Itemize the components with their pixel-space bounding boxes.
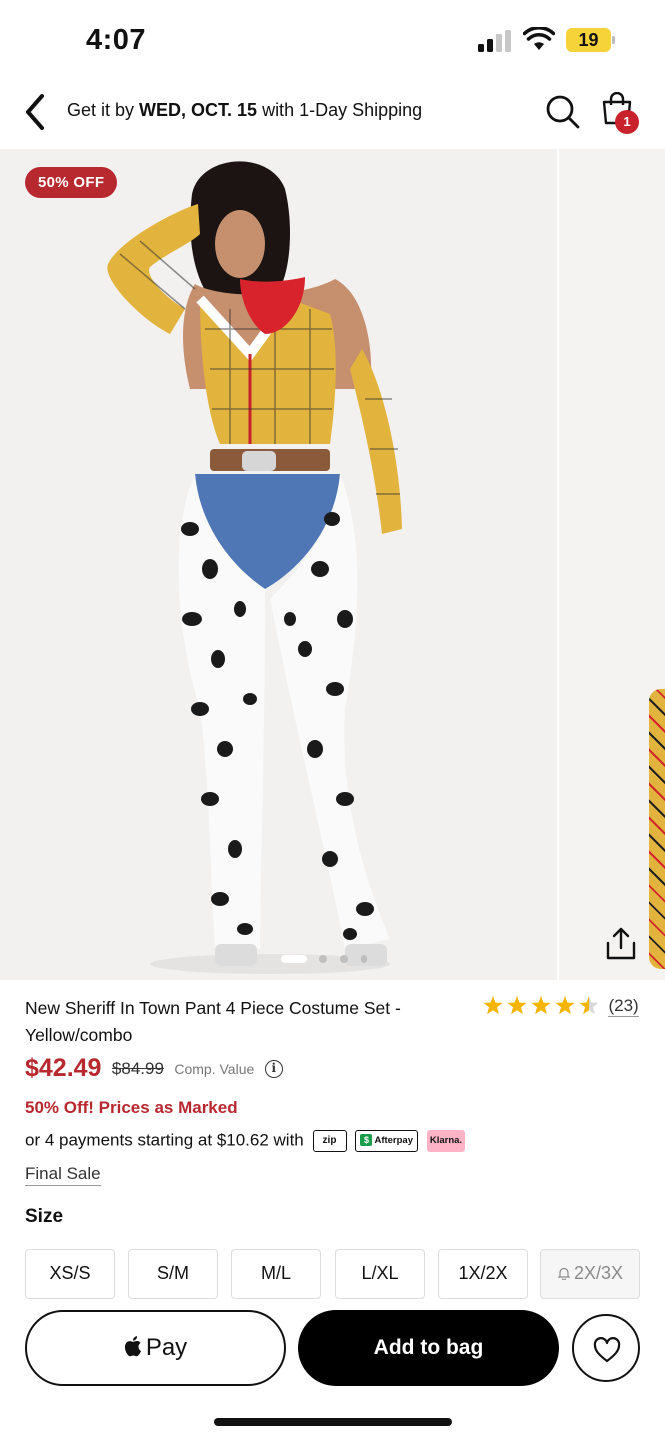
bell-icon xyxy=(557,1267,571,1280)
size-option-l-xl[interactable]: L/XL xyxy=(335,1249,425,1299)
shipping-banner: Get it by WED, OCT. 15 with 1-Day Shippi… xyxy=(67,100,422,121)
shipping-date: WED, OCT. 15 xyxy=(139,100,258,120)
size-option-2x-3x-notify[interactable]: 2X/3X xyxy=(540,1249,640,1299)
discount-badge: 50% OFF xyxy=(25,167,118,198)
product-title: New Sheriff In Town Pant 4 Piece Costume… xyxy=(25,998,401,1045)
add-to-bag-button[interactable]: Add to bag xyxy=(298,1310,559,1386)
cart-count-badge: 1 xyxy=(615,110,639,134)
size-label: Size xyxy=(25,1206,64,1227)
product-image-gallery[interactable]: 50% OFF xyxy=(0,149,665,980)
size-selector: XS/S S/M M/L L/XL 1X/2X 2X/3X xyxy=(25,1249,640,1299)
apple-pay-button[interactable]: Pay xyxy=(25,1310,286,1386)
size-option-xs-s[interactable]: XS/S xyxy=(25,1249,115,1299)
back-arrow-icon[interactable] xyxy=(20,92,52,132)
promo-text: 50% Off! Prices as Marked xyxy=(25,1098,238,1117)
price-row: $42.49 $84.99 Comp. Value i xyxy=(25,1054,283,1088)
rating-stars-icon xyxy=(483,996,599,1015)
pagination-dot xyxy=(340,955,348,963)
comp-value-label: Comp. Value xyxy=(174,1060,255,1077)
search-icon[interactable] xyxy=(545,94,581,130)
status-bar: 4:07 19 xyxy=(0,0,665,80)
wifi-icon xyxy=(523,27,555,50)
original-price: $84.99 xyxy=(111,1058,164,1078)
heart-icon xyxy=(593,1337,621,1363)
shipping-suffix: with 1-Day Shipping xyxy=(257,100,423,120)
installment-payments: or 4 payments starting at $10.62 with zi… xyxy=(25,1130,465,1154)
size-option-label: 2X/3X xyxy=(573,1263,624,1283)
rating-star xyxy=(555,996,575,1015)
size-option-m-l[interactable]: M/L xyxy=(231,1249,321,1299)
final-sale-link[interactable]: Final Sale xyxy=(25,1163,101,1186)
shipping-prefix: Get it by xyxy=(67,100,140,120)
apple-pay-label: Pay xyxy=(145,1334,188,1361)
afterpay-icon: $ xyxy=(360,1134,373,1147)
rating-star xyxy=(483,996,503,1015)
share-icon[interactable] xyxy=(604,926,638,962)
afterpay-logo[interactable]: $ Afterpay xyxy=(355,1130,419,1152)
pagination-dot xyxy=(319,955,327,963)
pagination-dot xyxy=(361,955,367,963)
rating-star xyxy=(507,996,527,1015)
pagination-dot-active xyxy=(281,955,307,963)
product-rating[interactable]: (23) xyxy=(482,994,639,1020)
afterpay-label: Afterpay xyxy=(374,1135,413,1146)
product-photo xyxy=(107,161,402,974)
rating-star xyxy=(531,996,551,1015)
next-image-peek[interactable] xyxy=(557,149,665,980)
size-option-s-m[interactable]: S/M xyxy=(128,1249,218,1299)
status-time: 4:07 xyxy=(86,24,147,56)
klarna-logo[interactable]: Klarna. xyxy=(426,1130,465,1152)
sale-price: $42.49 xyxy=(25,1054,102,1082)
review-count-link[interactable]: (23) xyxy=(608,996,639,1017)
battery-percent: 19 xyxy=(578,30,599,50)
rating-star xyxy=(579,996,599,1015)
zip-logo[interactable]: zip xyxy=(312,1130,347,1152)
cellular-signal-icon xyxy=(478,30,511,52)
battery-icon: 19 xyxy=(566,28,616,52)
apple-logo-icon xyxy=(124,1336,141,1357)
top-header: Get it by WED, OCT. 15 with 1-Day Shippi… xyxy=(0,80,665,148)
info-icon[interactable]: i xyxy=(264,1059,283,1078)
shopping-bag-button[interactable]: 1 xyxy=(600,92,642,136)
installment-text: or 4 payments starting at $10.62 with xyxy=(25,1130,304,1150)
home-indicator xyxy=(214,1418,452,1426)
size-option-1x-2x[interactable]: 1X/2X xyxy=(438,1249,528,1299)
wishlist-button[interactable] xyxy=(572,1314,640,1382)
